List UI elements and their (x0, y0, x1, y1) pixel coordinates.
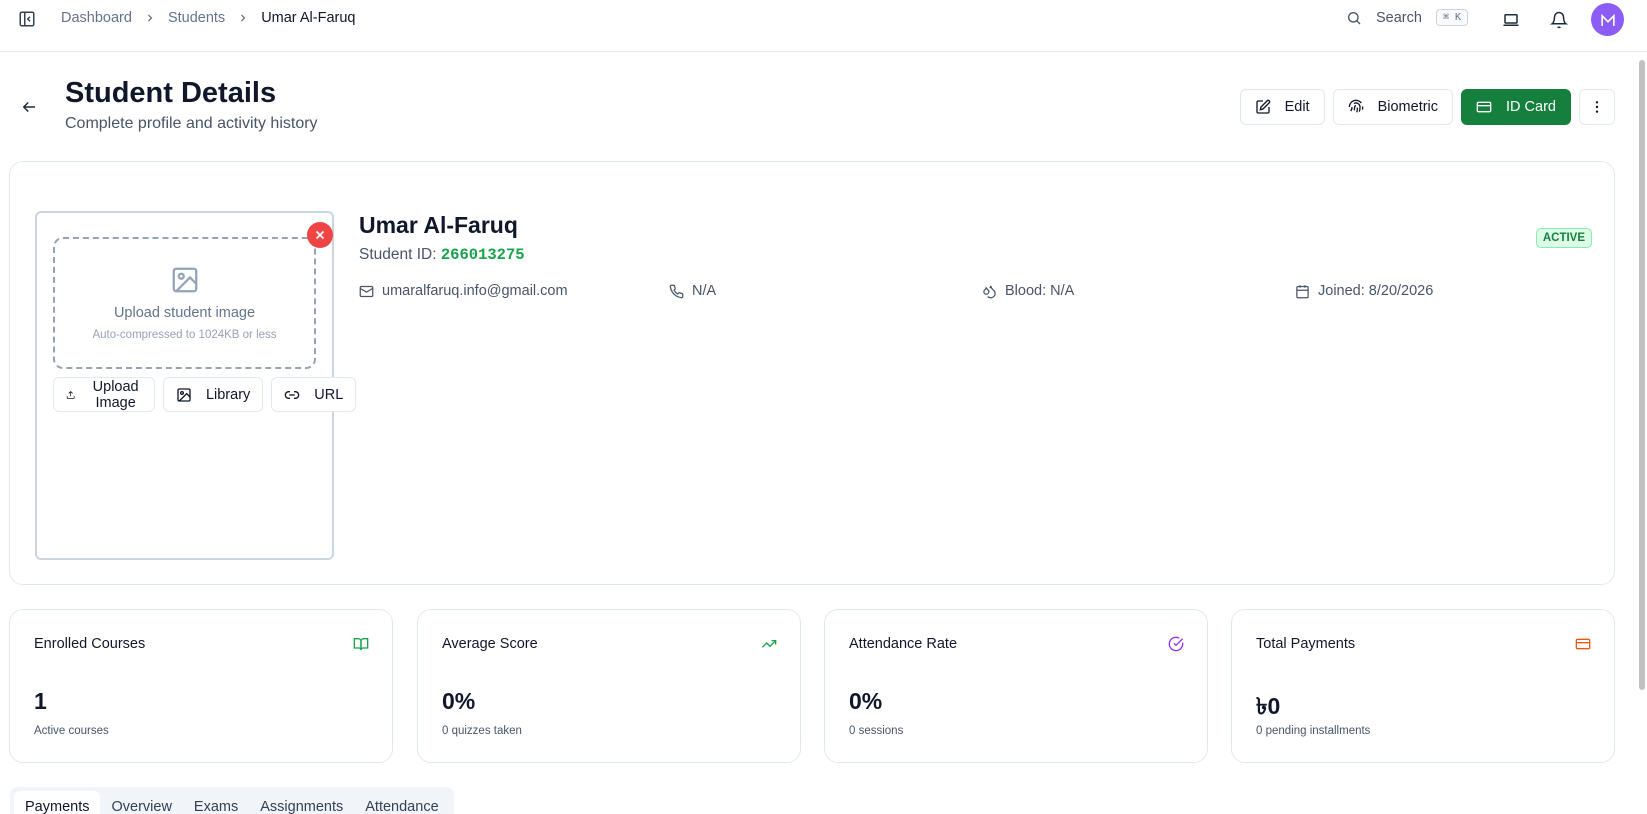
search-label: Search (1376, 9, 1422, 26)
stat-label: Enrolled Courses (34, 636, 146, 652)
tab-assignments[interactable]: Assignments (249, 791, 354, 814)
stat-label: Average Score (442, 636, 538, 652)
student-name: Umar Al-Faruq (359, 212, 518, 238)
blood-info: Blood: N/A (982, 283, 1074, 299)
breadcrumb-dashboard[interactable]: Dashboard (61, 10, 132, 26)
fingerprint-icon (1348, 99, 1363, 113)
upload-title: Upload student image (113, 305, 256, 321)
close-icon (315, 230, 325, 240)
laptop-icon[interactable] (1502, 11, 1520, 29)
page-scrollbar[interactable] (1639, 60, 1645, 690)
back-arrow-icon[interactable] (20, 98, 38, 116)
edit-icon (1255, 99, 1270, 114)
biometric-label: Biometric (1377, 99, 1439, 115)
user-logo-icon (1600, 13, 1615, 26)
photo-frame: Upload student image Auto-compressed to … (35, 211, 357, 560)
sidebar-toggle-icon[interactable] (18, 10, 36, 28)
student-id-value: 266013275 (440, 246, 525, 264)
stat-sub: 0 pending installments (1256, 725, 1371, 737)
more-options-button[interactable] (1579, 89, 1615, 125)
upload-hint: Auto-compressed to 1024KB or less (92, 329, 277, 341)
check-circle-icon (1168, 636, 1184, 652)
edit-button[interactable]: Edit (1239, 89, 1325, 125)
upload-icon (66, 390, 75, 399)
student-id-row: Student ID: 266013275 (359, 246, 525, 264)
phone-icon (669, 284, 684, 298)
tabs-bar: Payments Overview Exams Assignments Atte… (10, 787, 454, 814)
stat-value: 0% (849, 688, 883, 714)
id-card-button[interactable]: ID Card (1461, 89, 1571, 125)
stat-label: Attendance Rate (849, 636, 958, 652)
avatar[interactable] (1591, 3, 1624, 36)
more-vertical-icon (1595, 101, 1599, 113)
trending-up-icon (761, 640, 777, 648)
stat-card-enrolled-courses: Enrolled Courses 1 Active courses (9, 609, 393, 763)
remove-image-button[interactable] (307, 222, 333, 248)
stat-card-total-payments: Total Payments ৳0 0 pending installments (1231, 609, 1615, 763)
joined-info: Joined: 8/20/2026 (1295, 283, 1433, 299)
page-title: Student Details (65, 77, 277, 109)
header-actions: Edit Biometric ID Card (1239, 89, 1615, 125)
image-icon (177, 387, 191, 402)
library-button[interactable]: Library (162, 377, 264, 412)
status-badge: ACTIVE (1535, 228, 1592, 248)
page-subtitle: Complete profile and activity history (65, 115, 318, 132)
credit-card-icon (1476, 101, 1492, 113)
phone-info: N/A (669, 283, 716, 299)
credit-card-icon (1575, 638, 1591, 650)
stat-value: ৳0 (1256, 693, 1281, 719)
tab-payments[interactable]: Payments (14, 791, 101, 814)
calendar-icon (1296, 284, 1309, 298)
stat-value: 0% (442, 688, 476, 714)
stat-sub: Active courses (34, 725, 109, 737)
id-card-label: ID Card (1506, 99, 1556, 115)
url-button[interactable]: URL (271, 377, 357, 412)
student-id-label: Student ID: (359, 246, 437, 263)
image-dropzone[interactable]: Upload student image Auto-compressed to … (53, 237, 316, 369)
email-info: umaralfaruq.info@gmail.com (359, 283, 568, 299)
edit-label: Edit (1284, 99, 1310, 115)
stat-value: 1 (34, 688, 47, 714)
book-open-icon (353, 638, 369, 651)
stat-card-attendance-rate: Attendance Rate 0% 0 sessions (824, 609, 1208, 763)
stat-sub: 0 quizzes taken (442, 725, 522, 737)
phone-value: N/A (692, 283, 717, 299)
mail-icon (359, 285, 374, 297)
upload-image-button[interactable]: Upload Image (53, 377, 155, 412)
library-label: Library (205, 386, 251, 403)
stat-label: Total Payments (1256, 636, 1356, 652)
search-icon (1348, 11, 1361, 24)
stat-card-average-score: Average Score 0% 0 quizzes taken (417, 609, 801, 763)
joined-value: Joined: 8/20/2026 (1318, 283, 1434, 299)
chevron-right-icon (241, 14, 246, 22)
tab-exams[interactable]: Exams (183, 791, 249, 814)
profile-card: Upload student image Auto-compressed to … (9, 161, 1615, 585)
search-button[interactable]: Search ⌘ K (1346, 9, 1469, 26)
upload-actions: Upload Image Library URL (53, 377, 357, 412)
link-icon (285, 390, 300, 399)
chevron-right-icon (147, 14, 153, 22)
url-label: URL (314, 386, 344, 403)
email-value: umaralfaruq.info@gmail.com (382, 283, 568, 299)
tab-overview[interactable]: Overview (100, 791, 182, 814)
stat-sub: 0 sessions (849, 725, 904, 737)
blood-value: Blood: N/A (1005, 283, 1075, 299)
biometric-button[interactable]: Biometric (1332, 89, 1454, 125)
image-icon (172, 267, 197, 293)
search-shortcut: ⌘ K (1435, 9, 1469, 26)
upload-image-label: Upload Image (92, 378, 139, 411)
breadcrumb: Dashboard Students Umar Al-Faruq (61, 10, 355, 26)
breadcrumb-current: Umar Al-Faruq (261, 10, 356, 26)
bell-icon[interactable] (1550, 11, 1568, 29)
breadcrumb-students[interactable]: Students (168, 10, 225, 26)
tab-attendance[interactable]: Attendance (354, 791, 449, 814)
top-bar: Dashboard Students Umar Al-Faruq Search … (0, 0, 1647, 52)
droplets-icon (983, 285, 996, 298)
